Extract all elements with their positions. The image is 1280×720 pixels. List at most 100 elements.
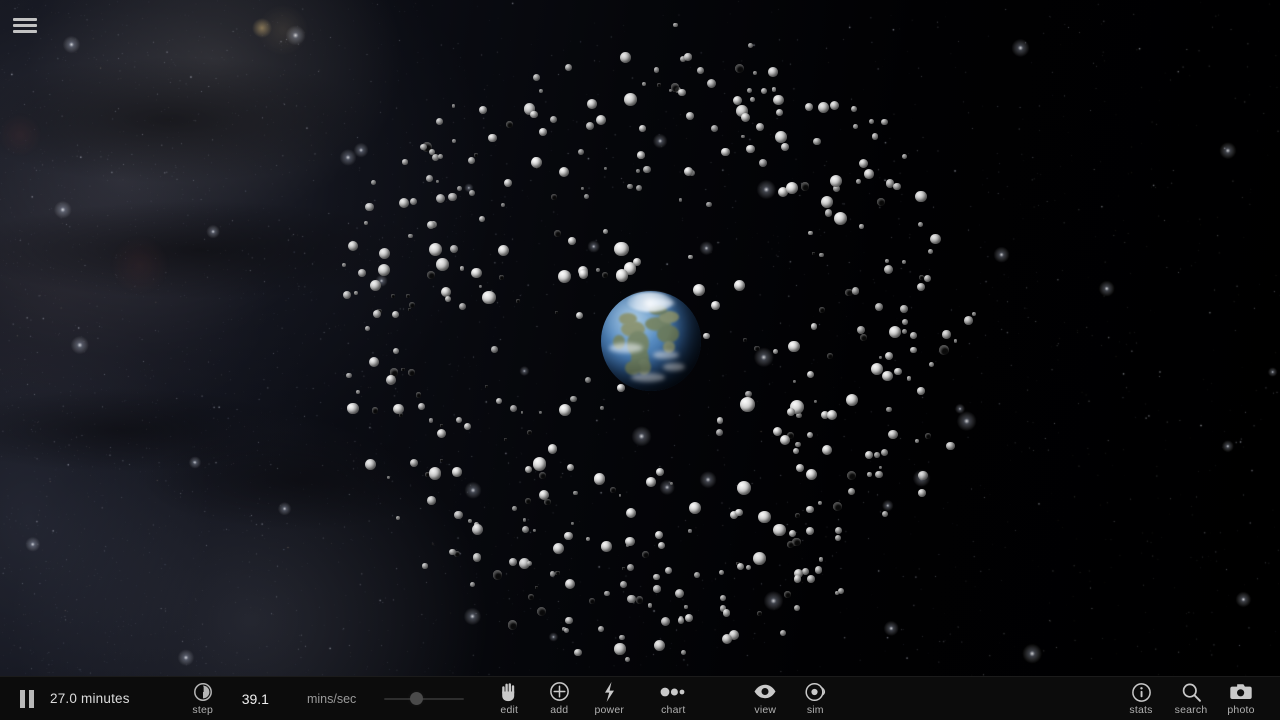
satellite[interactable] [733, 279, 745, 291]
satellite[interactable] [585, 536, 590, 541]
satellite[interactable] [484, 384, 488, 389]
satellite[interactable] [664, 567, 672, 575]
satellite[interactable] [526, 561, 532, 566]
satellite[interactable] [894, 367, 902, 375]
satellite[interactable] [851, 287, 860, 295]
satellite[interactable] [745, 565, 751, 571]
satellite[interactable] [596, 267, 601, 272]
satellite[interactable] [619, 52, 631, 63]
satellite[interactable] [470, 267, 482, 279]
satellite[interactable] [812, 251, 815, 255]
satellite[interactable] [719, 594, 726, 602]
satellite[interactable] [626, 563, 634, 571]
hamburger-menu-icon[interactable] [13, 14, 37, 36]
satellite[interactable] [449, 548, 456, 556]
satellite[interactable] [783, 590, 791, 598]
satellite[interactable] [818, 307, 825, 313]
satellite[interactable] [647, 603, 653, 608]
satellite[interactable] [547, 444, 557, 454]
tool-photo[interactable]: photo [1216, 677, 1266, 720]
satellite[interactable] [829, 100, 839, 110]
satellite[interactable] [753, 70, 758, 75]
satellite[interactable] [406, 294, 410, 298]
satellite[interactable] [436, 428, 446, 439]
satellite[interactable] [885, 406, 892, 413]
satellite[interactable] [426, 175, 434, 182]
satellite[interactable] [740, 112, 750, 123]
satellite[interactable] [488, 133, 497, 143]
satellite[interactable] [882, 370, 893, 382]
satellite[interactable] [684, 53, 692, 61]
satellite[interactable] [624, 93, 637, 106]
satellite[interactable] [639, 125, 646, 132]
satellite[interactable] [918, 274, 924, 281]
satellite[interactable] [467, 518, 472, 523]
satellite[interactable] [915, 190, 927, 203]
satellite[interactable] [422, 563, 428, 569]
satellite[interactable] [609, 487, 616, 494]
satellite[interactable] [595, 115, 606, 126]
satellite[interactable] [822, 445, 832, 455]
satellite[interactable] [754, 345, 760, 351]
satellite[interactable] [874, 302, 883, 311]
tool-chart[interactable]: chart [648, 677, 698, 720]
satellite[interactable] [758, 159, 767, 168]
satellite[interactable] [669, 481, 673, 485]
satellite[interactable] [564, 531, 573, 541]
satellite[interactable] [450, 245, 459, 253]
satellite[interactable] [888, 429, 898, 439]
satellite[interactable] [653, 639, 665, 652]
satellite[interactable] [558, 404, 571, 417]
satellite[interactable] [706, 201, 712, 208]
simulation-viewport[interactable] [0, 0, 1280, 676]
satellite[interactable] [793, 447, 800, 454]
satellite[interactable] [786, 540, 794, 548]
satellite[interactable] [371, 407, 379, 414]
satellite[interactable] [678, 198, 683, 202]
satellite[interactable] [716, 417, 724, 424]
satellite[interactable] [564, 578, 575, 589]
satellite[interactable] [834, 535, 841, 542]
satellite[interactable] [550, 194, 557, 200]
satellite[interactable] [581, 186, 585, 190]
satellite[interactable] [721, 147, 730, 156]
satellite[interactable] [379, 247, 391, 259]
satellite[interactable] [539, 128, 547, 136]
satellite[interactable] [473, 553, 482, 562]
satellite[interactable] [635, 595, 644, 604]
satellite[interactable] [482, 290, 496, 304]
satellite[interactable] [395, 516, 400, 521]
satellite[interactable] [885, 351, 893, 360]
earth-planet[interactable] [601, 291, 701, 391]
satellite[interactable] [801, 568, 809, 575]
satellite[interactable] [386, 375, 396, 384]
satellite[interactable] [473, 153, 478, 157]
satellite[interactable] [600, 406, 604, 411]
satellite[interactable] [683, 166, 693, 176]
satellite[interactable] [570, 395, 577, 402]
satellite[interactable] [686, 112, 694, 121]
satellite[interactable] [527, 429, 533, 435]
satellite[interactable] [452, 467, 462, 477]
satellite[interactable] [902, 153, 907, 159]
satellite[interactable] [942, 330, 951, 339]
satellite[interactable] [880, 448, 888, 456]
satellite[interactable] [888, 326, 901, 339]
satellite[interactable] [627, 594, 636, 603]
satellite[interactable] [504, 437, 507, 441]
satellite[interactable] [881, 118, 888, 126]
satellite[interactable] [694, 572, 701, 578]
satellite[interactable] [697, 67, 704, 74]
satellite[interactable] [625, 536, 635, 547]
satellite[interactable] [864, 168, 874, 179]
satellite[interactable] [805, 526, 814, 535]
satellite[interactable] [469, 582, 475, 588]
satellite[interactable] [768, 67, 778, 78]
satellite[interactable] [593, 473, 606, 485]
satellite[interactable] [734, 508, 743, 517]
satellite[interactable] [688, 529, 692, 533]
satellite[interactable] [365, 325, 371, 331]
satellite[interactable] [927, 248, 934, 254]
satellite[interactable] [491, 346, 498, 353]
satellite[interactable] [391, 310, 399, 318]
